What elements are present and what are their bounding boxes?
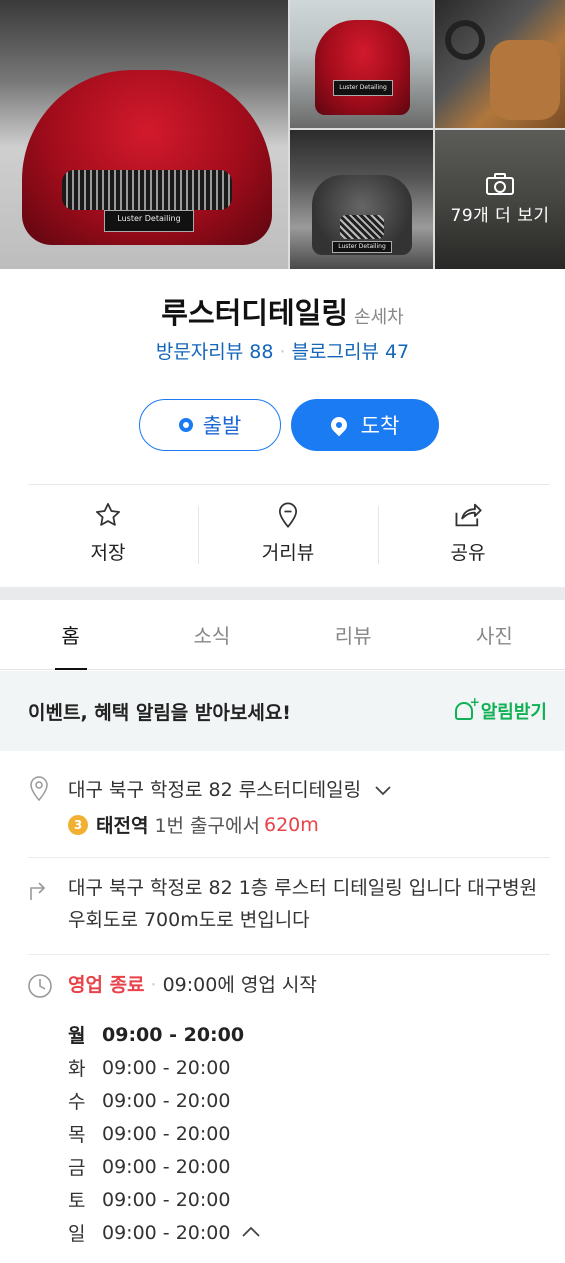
place-title: 루스터디테일링 손세차 [0,290,565,332]
steering-wheel-image [445,20,485,60]
day-label: 수 [68,1091,86,1113]
action-bar: 저장 거리뷰 공유 [18,500,558,570]
next-open-time: 09:00에 영업 시작 [162,974,317,996]
business-status: 영업 종료 · 09:00에 영업 시작 [68,974,317,996]
visitor-review-link[interactable]: 방문자리뷰 88 [156,341,274,363]
location-icon [27,775,51,807]
day-label: 일 [68,1223,86,1245]
tab-home[interactable]: 홈 [0,600,141,670]
hours-row: 월 09:00 - 20:00 [68,1018,260,1051]
tab-photos[interactable]: 사진 [424,600,565,669]
subway-line-badge: 3 [68,814,88,835]
photo-gallery: Luster Detailing Luster Detailing Luster… [0,0,565,269]
tab-reviews[interactable]: 리뷰 [283,600,424,669]
hours-row: 수 09:00 - 20:00 [68,1084,260,1117]
photo-thumb-1[interactable]: Luster Detailing [290,0,433,128]
photo-thumb-3[interactable]: Luster Detailing [290,130,433,269]
divider [28,484,550,485]
exit-text: 1번 출구에서 [154,815,260,837]
address-line[interactable]: 대구 북구 학정로 82 루스터디테일링 [68,775,391,802]
blog-review-link[interactable]: 블로그리뷰 47 [292,341,410,363]
section-separator [0,587,565,600]
photo-more[interactable]: 79개 더 보기 [435,130,565,269]
car-image: Luster Detailing [312,175,412,255]
star-icon [94,500,122,530]
notice-message: 이벤트, 혜택 알림을 받아보세요! [28,701,291,724]
day-hours: 09:00 - 20:00 [102,1089,231,1112]
share-button[interactable]: 공유 [378,500,558,570]
bell-plus-icon [454,695,480,720]
plate-logo: Luster Detailing [104,210,194,232]
day-label: 토 [68,1190,86,1212]
directions-text: 대구 북구 학정로 82 1층 루스터 디테일링 입니다 대구병원 우회도로 7… [68,877,538,931]
review-counts: 방문자리뷰 88 · 블로그리뷰 47 [155,341,410,363]
station-name: 태전역 [96,815,149,837]
event-notice-banner: 이벤트, 혜택 알림을 받아보세요! 알림받기 [0,671,565,751]
location-pin-icon [327,413,350,437]
hours-row: 일 09:00 - 20:00 [68,1216,261,1249]
place-category: 손세차 [354,307,404,328]
hours-row: 화 09:00 - 20:00 [68,1051,260,1084]
share-icon [453,500,483,530]
weekly-hours: 월 09:00 - 20:00 화 09:00 - 20:00 수 09:00 - 2… [68,1018,261,1249]
chevron-down-icon[interactable] [369,779,391,801]
tab-bar: 홈 소식 리뷰 사진 [0,600,565,670]
station-distance: 620m [263,813,319,836]
hours-row: 금 09:00 - 20:00 [68,1150,260,1183]
clock-icon [27,973,53,1003]
camera-icon [486,173,514,195]
divider [28,954,550,955]
save-label: 저장 [90,542,126,564]
station-info: 3 태전역 1번 출구에서 620m [68,811,319,838]
day-label: 금 [68,1157,86,1179]
plate-logo: Luster Detailing [333,80,393,96]
day-label: 월 [68,1025,86,1047]
photo-thumb-2[interactable] [435,0,565,128]
car-image: Luster Detailing [315,20,410,115]
day-hours: 09:00 - 20:00 [102,1188,231,1211]
hours-row: 목 09:00 - 20:00 [68,1117,260,1150]
status-closed: 영업 종료 [68,974,145,996]
street-view-label: 거리뷰 [261,542,315,564]
day-hours: 09:00 - 20:00 [102,1122,231,1145]
seat-image [490,40,560,120]
day-label: 목 [68,1124,86,1146]
car-image: Luster Detailing [22,70,272,245]
day-label: 화 [68,1058,86,1080]
day-hours: 09:00 - 20:00 [102,1155,231,1178]
subscribe-button[interactable]: 알림받기 [454,695,547,724]
turn-right-arrow-icon [27,878,49,906]
save-button[interactable]: 저장 [18,500,198,570]
address-text: 대구 북구 학정로 82 루스터디테일링 [68,779,362,801]
depart-label: 출발 [202,414,242,438]
main-photo[interactable]: Luster Detailing [0,0,288,269]
hours-row: 토 09:00 - 20:00 [68,1183,260,1216]
origin-dot-icon [178,418,193,432]
street-view-button[interactable]: 거리뷰 [198,500,378,570]
arrive-button[interactable]: 도착 [291,399,439,451]
tab-news[interactable]: 소식 [141,600,282,669]
depart-button[interactable]: 출발 [139,399,281,451]
day-hours: 09:00 - 20:00 [102,1056,231,1079]
more-photos-label: 79개 더 보기 [450,206,550,226]
day-hours: 09:00 - 20:00 [102,1023,245,1046]
place-name: 루스터디테일링 [161,296,349,330]
subscribe-label: 알림받기 [480,702,547,723]
arrive-label: 도착 [360,414,400,438]
chevron-up-icon[interactable] [242,1225,261,1241]
share-label: 공유 [450,542,486,564]
day-hours: 09:00 - 20:00 [102,1221,231,1244]
plate-logo: Luster Detailing [332,241,392,253]
map-pin-icon [274,500,302,530]
divider [28,857,550,858]
